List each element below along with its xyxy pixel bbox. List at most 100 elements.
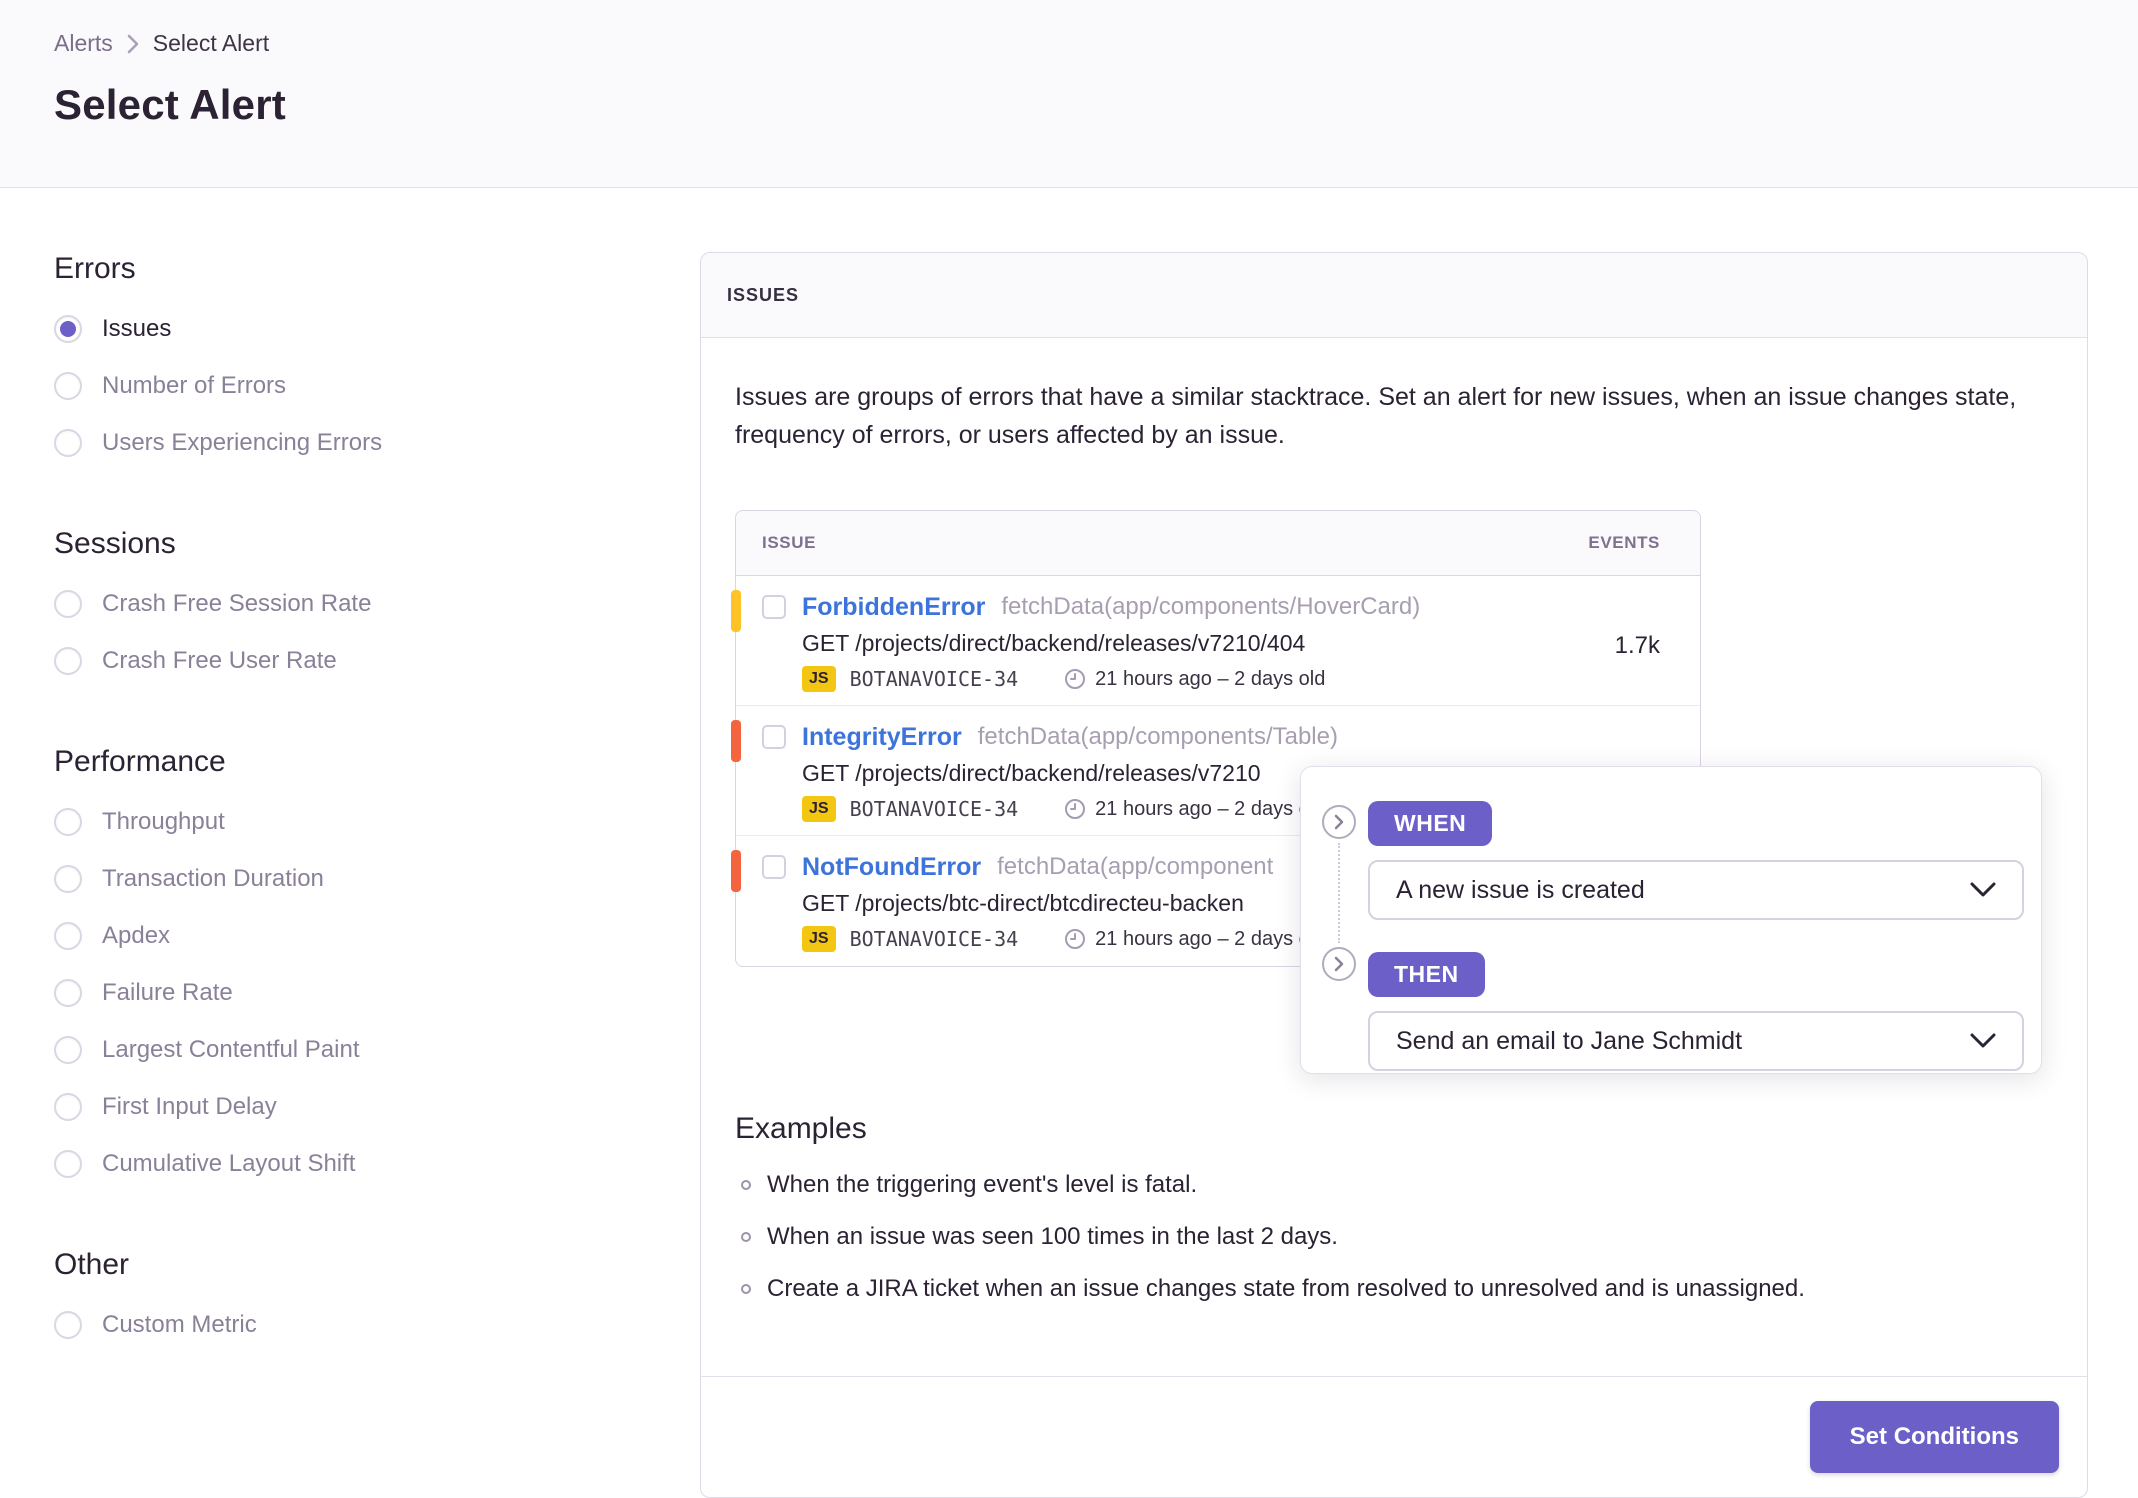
issue-location: fetchData(app/components/Table) bbox=[977, 723, 1338, 750]
chevron-right-icon bbox=[127, 34, 139, 53]
option-first-input-delay[interactable]: First Input Delay bbox=[54, 1078, 700, 1135]
issue-age: 21 hours ago – 2 days old bbox=[1095, 927, 1326, 950]
breadcrumb-link-alerts[interactable]: Alerts bbox=[54, 30, 113, 57]
examples-heading: Examples bbox=[735, 1112, 867, 1145]
option-label: Apdex bbox=[102, 921, 171, 949]
project-slug: BOTANAVOICE-34 bbox=[849, 797, 1019, 821]
issue-culprit: GET /projects/direct/backend/releases/v7… bbox=[802, 630, 1306, 656]
radio-cumulative-layout-shift[interactable] bbox=[54, 1149, 82, 1178]
issue-level-indicator bbox=[731, 850, 741, 892]
radio-largest-contentful-paint[interactable] bbox=[54, 1035, 82, 1064]
platform-js-badge: JS bbox=[802, 796, 836, 822]
issue-age: 21 hours ago – 2 days old bbox=[1095, 667, 1326, 690]
option-label: Failure Rate bbox=[102, 978, 233, 1006]
examples-list: When the triggering event's level is fat… bbox=[735, 1168, 2053, 1306]
page-header: Alerts Select Alert Select Alert bbox=[0, 0, 2138, 188]
option-cumulative-layout-shift[interactable]: Cumulative Layout Shift bbox=[54, 1135, 700, 1192]
issue-title-link[interactable]: IntegrityError bbox=[802, 723, 962, 752]
project-slug: BOTANAVOICE-34 bbox=[849, 667, 1019, 691]
group-heading-sessions: Sessions bbox=[54, 527, 176, 560]
clock-icon bbox=[1065, 929, 1086, 949]
issue-row-forbiddenerror: ForbiddenError fetchData(app/components/… bbox=[731, 576, 1700, 706]
group-heading-performance: Performance bbox=[54, 745, 226, 778]
option-label: Users Experiencing Errors bbox=[102, 428, 383, 456]
column-header-events: EVENTS bbox=[1588, 533, 1660, 552]
option-transaction-duration[interactable]: Transaction Duration bbox=[54, 850, 700, 907]
when-badge: WHEN bbox=[1368, 801, 1493, 846]
panel-footer: Set Conditions bbox=[701, 1376, 2087, 1497]
dotted-connector bbox=[1338, 843, 1340, 943]
radio-users-experiencing-errors[interactable] bbox=[54, 428, 82, 457]
when-condition-value: A new issue is created bbox=[1396, 875, 1645, 904]
option-crash-free-session-rate[interactable]: Crash Free Session Rate bbox=[54, 575, 700, 632]
platform-js-badge: JS bbox=[802, 926, 836, 952]
issue-select-checkbox[interactable] bbox=[762, 855, 786, 879]
bullet-icon bbox=[741, 1284, 751, 1294]
radio-failure-rate[interactable] bbox=[54, 978, 82, 1007]
project-slug: BOTANAVOICE-34 bbox=[849, 927, 1019, 951]
option-apdex[interactable]: Apdex bbox=[54, 907, 700, 964]
option-label: Number of Errors bbox=[102, 371, 287, 399]
option-issues[interactable]: Issues bbox=[54, 300, 700, 357]
issue-location: fetchData(app/components/HoverCard) bbox=[1001, 593, 1421, 620]
option-number-of-errors[interactable]: Number of Errors bbox=[54, 357, 700, 414]
issue-level-indicator bbox=[731, 590, 741, 632]
panel-header: ISSUES bbox=[701, 253, 2087, 338]
radio-apdex[interactable] bbox=[54, 921, 82, 950]
option-failure-rate[interactable]: Failure Rate bbox=[54, 964, 700, 1021]
group-performance: Performance Throughput Transaction Durat… bbox=[54, 745, 700, 1192]
breadcrumb: Alerts Select Alert bbox=[54, 30, 2084, 57]
when-condition-select[interactable]: A new issue is created bbox=[1368, 860, 2024, 920]
example-text: When the triggering event's level is fat… bbox=[767, 1171, 1198, 1198]
chevron-down-icon bbox=[1970, 1033, 1996, 1048]
radio-crash-free-session-rate[interactable] bbox=[54, 589, 82, 618]
option-throughput[interactable]: Throughput bbox=[54, 793, 700, 850]
radio-crash-free-user-rate[interactable] bbox=[54, 646, 82, 675]
then-action-value: Send an email to Jane Schmidt bbox=[1396, 1026, 1743, 1055]
option-label: Cumulative Layout Shift bbox=[102, 1149, 356, 1177]
issue-select-checkbox[interactable] bbox=[762, 595, 786, 619]
radio-custom-metric[interactable] bbox=[54, 1310, 82, 1339]
option-users-experiencing-errors[interactable]: Users Experiencing Errors bbox=[54, 414, 700, 471]
radio-transaction-duration[interactable] bbox=[54, 864, 82, 893]
radio-issues[interactable] bbox=[54, 314, 82, 343]
group-heading-errors: Errors bbox=[54, 252, 136, 285]
radio-first-input-delay[interactable] bbox=[54, 1092, 82, 1121]
option-largest-contentful-paint[interactable]: Largest Contentful Paint bbox=[54, 1021, 700, 1078]
then-badge: THEN bbox=[1368, 952, 1485, 997]
option-label: Crash Free Session Rate bbox=[102, 589, 372, 617]
issue-age: 21 hours ago – 2 days old bbox=[1095, 797, 1326, 820]
option-label: Crash Free User Rate bbox=[102, 646, 337, 674]
radio-throughput[interactable] bbox=[54, 807, 82, 836]
issue-title-link[interactable]: NotFoundError bbox=[802, 853, 981, 882]
option-label: Throughput bbox=[102, 807, 225, 835]
chevron-down-icon bbox=[1970, 882, 1996, 897]
alert-conditions-popover: WHEN A new issue is created THEN Send an… bbox=[1300, 766, 2042, 1074]
group-heading-other: Other bbox=[54, 1248, 130, 1281]
option-crash-free-user-rate[interactable]: Crash Free User Rate bbox=[54, 632, 700, 689]
panel-description: Issues are groups of errors that have a … bbox=[735, 383, 2017, 449]
example-text: When an issue was seen 100 times in the … bbox=[767, 1223, 1338, 1250]
option-label: First Input Delay bbox=[102, 1092, 277, 1120]
example-text: Create a JIRA ticket when an issue chang… bbox=[767, 1275, 1805, 1302]
option-label: Custom Metric bbox=[102, 1310, 257, 1338]
option-label: Largest Contentful Paint bbox=[102, 1035, 360, 1063]
group-other: Other Custom Metric bbox=[54, 1248, 700, 1353]
issue-select-checkbox[interactable] bbox=[762, 725, 786, 749]
example-item: Create a JIRA ticket when an issue chang… bbox=[735, 1272, 2053, 1306]
chevron-right-circle-icon bbox=[1322, 805, 1356, 839]
issue-location: fetchData(app/component bbox=[997, 853, 1274, 880]
issue-title-link[interactable]: ForbiddenError bbox=[802, 593, 985, 622]
then-action-select[interactable]: Send an email to Jane Schmidt bbox=[1368, 1011, 2024, 1071]
option-label: Transaction Duration bbox=[102, 864, 324, 892]
issue-level-indicator bbox=[731, 720, 741, 762]
breadcrumb-current: Select Alert bbox=[152, 30, 270, 56]
radio-number-of-errors[interactable] bbox=[54, 371, 82, 400]
example-item: When an issue was seen 100 times in the … bbox=[735, 1220, 2053, 1254]
clock-icon bbox=[1065, 799, 1086, 819]
issues-table-header: ISSUE EVENTS bbox=[736, 511, 1700, 576]
option-custom-metric[interactable]: Custom Metric bbox=[54, 1296, 700, 1353]
panel-header-label: ISSUES bbox=[727, 285, 800, 305]
page-title: Select Alert bbox=[54, 81, 286, 128]
set-conditions-button[interactable]: Set Conditions bbox=[1809, 1401, 2059, 1473]
